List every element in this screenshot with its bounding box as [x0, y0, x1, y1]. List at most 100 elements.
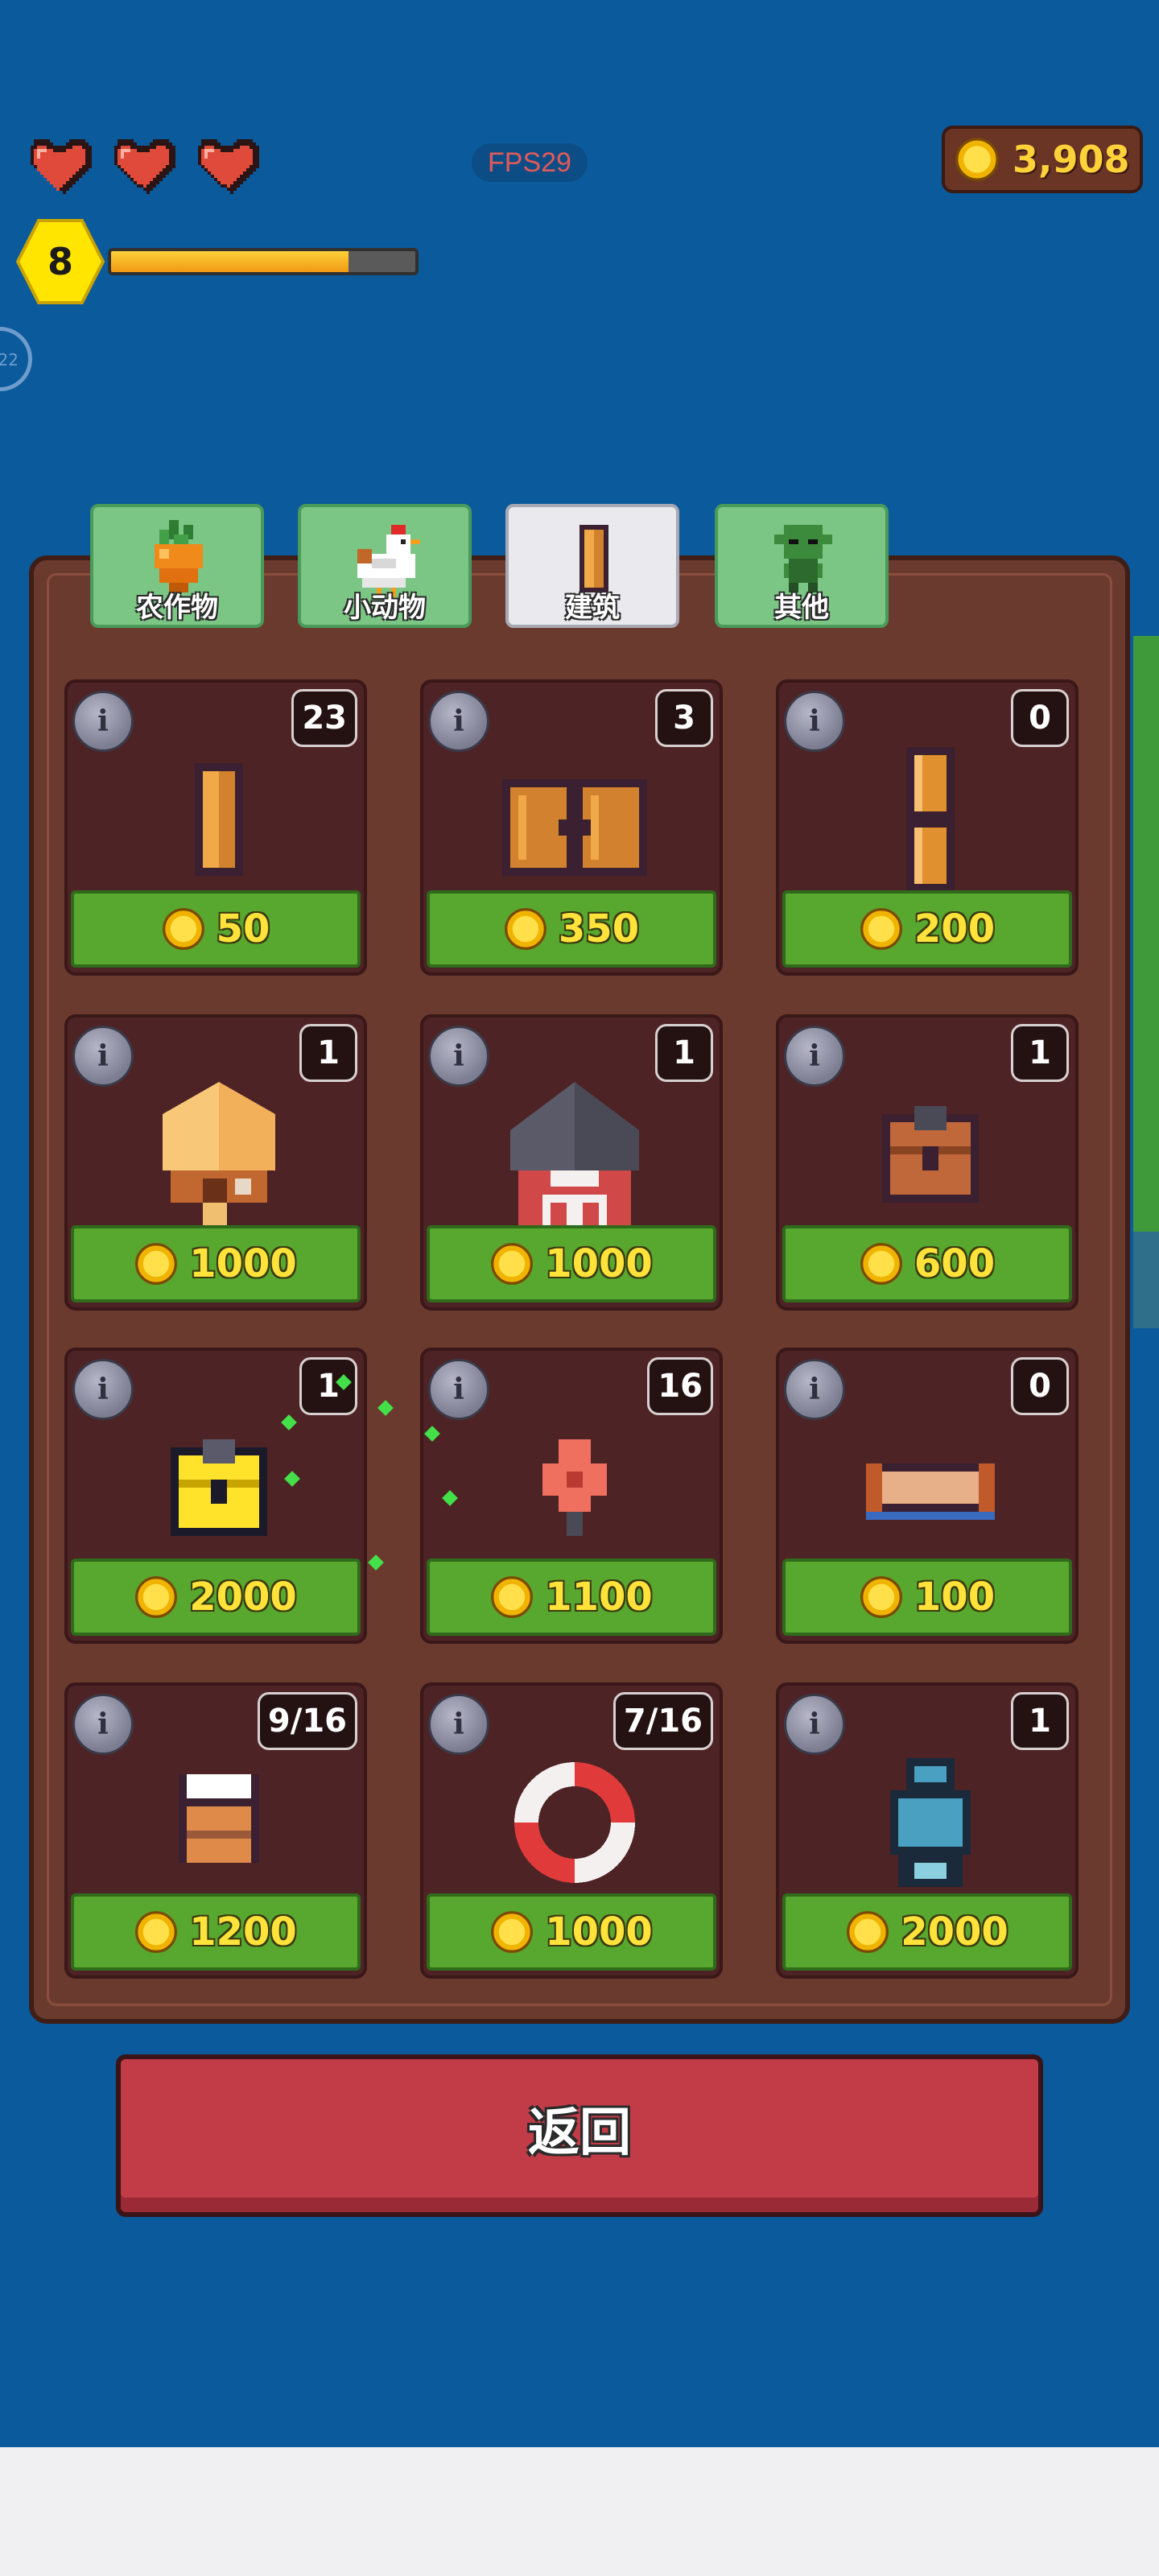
shop-item-card[interactable]: i 23 50	[64, 679, 367, 976]
health-hearts	[24, 135, 262, 201]
owned-count-badge: 1	[655, 1024, 713, 1082]
tab-crops[interactable]: 农作物	[90, 504, 264, 628]
tab-buildings[interactable]: 建筑	[505, 504, 679, 628]
tab-label: 农作物	[136, 592, 218, 624]
tab-label: 其他	[774, 592, 829, 624]
shop-item-card[interactable]: i 0 100	[776, 1348, 1079, 1644]
map-edge	[1133, 636, 1159, 1232]
buy-button[interactable]: 100	[782, 1558, 1072, 1636]
tab-animals[interactable]: 小动物	[298, 504, 472, 628]
coin-icon	[135, 1911, 178, 1953]
brown-chest-icon	[882, 1106, 979, 1203]
price-label: 1100	[545, 1575, 653, 1620]
life-ring-icon	[514, 1762, 635, 1883]
shop-item-card[interactable]: i 1 600	[776, 1014, 1079, 1311]
xp-progress-fill	[111, 251, 349, 272]
price-label: 350	[558, 906, 640, 952]
coin-icon	[847, 1911, 889, 1953]
red-flower-icon	[542, 1439, 607, 1536]
thatched-hut-icon	[163, 1082, 275, 1227]
shop-item-card[interactable]: i 9/16 1200	[64, 1682, 367, 1979]
buy-button[interactable]: 200	[782, 890, 1072, 968]
info-button[interactable]: i	[428, 1026, 489, 1087]
tab-label: 建筑	[565, 592, 620, 624]
owned-count-badge: 1	[1011, 1024, 1069, 1082]
coin-icon	[491, 1576, 534, 1618]
buy-button[interactable]: 1000	[71, 1225, 361, 1302]
tab-others[interactable]: 其他	[715, 504, 889, 628]
price-label: 600	[914, 1241, 996, 1286]
owned-count-badge: 1	[1011, 1692, 1069, 1750]
owned-count-badge: 16	[647, 1357, 713, 1415]
shop-item-card[interactable]: i 0 200	[776, 679, 1079, 976]
heart-icon	[31, 139, 92, 194]
wooden-bench-icon	[866, 1463, 995, 1520]
coin-icon	[860, 1576, 902, 1618]
heart-icon	[198, 139, 259, 194]
price-label: 200	[914, 906, 996, 952]
price-label: 1000	[189, 1241, 297, 1286]
shop-item-card[interactable]: i 7/16 1000	[420, 1682, 723, 1979]
coin-icon	[135, 1243, 178, 1285]
price-label: 1000	[545, 1241, 653, 1286]
system-nav-bar	[0, 2447, 1159, 2576]
wood-post-icon	[195, 763, 243, 876]
info-button[interactable]: i	[72, 1026, 134, 1087]
tab-label: 小动物	[344, 592, 426, 624]
buy-button[interactable]: 1000	[427, 1225, 716, 1302]
shop-item-card[interactable]: i 16 1100	[420, 1348, 723, 1644]
buy-button[interactable]: 600	[782, 1225, 1072, 1302]
info-button[interactable]: i	[428, 691, 489, 752]
coin-icon	[504, 908, 547, 950]
coin-icon	[135, 1576, 178, 1618]
heart-icon	[114, 139, 175, 194]
shop-item-card[interactable]: i 1 2000	[776, 1682, 1079, 1979]
info-button[interactable]: i	[784, 691, 845, 752]
shop-item-card[interactable]: i 3 350	[420, 679, 723, 976]
coin-icon	[162, 908, 204, 950]
info-button[interactable]: i	[784, 1359, 845, 1420]
info-button[interactable]: i	[72, 1359, 134, 1420]
info-button[interactable]: i	[72, 1694, 134, 1755]
coin-icon	[491, 1911, 534, 1953]
info-button[interactable]: i	[784, 1694, 845, 1755]
owned-count-badge: 23	[291, 689, 357, 747]
coin-icon	[860, 908, 902, 950]
price-label: 1200	[189, 1909, 297, 1955]
owned-count-badge: 0	[1011, 1357, 1069, 1415]
buy-button[interactable]: 50	[71, 890, 361, 968]
price-label: 2000	[189, 1575, 297, 1620]
coin-icon	[860, 1243, 902, 1285]
buy-button[interactable]: 1200	[71, 1893, 361, 1971]
wooden-gate-icon	[502, 779, 647, 876]
owned-count-badge: 1	[299, 1024, 357, 1082]
info-button[interactable]: i	[784, 1026, 845, 1087]
back-button[interactable]: 返回	[116, 2054, 1043, 2217]
price-label: 1000	[545, 1909, 653, 1955]
buy-button[interactable]: 2000	[782, 1893, 1072, 1971]
shop-item-card[interactable]: i 1 1000	[420, 1014, 723, 1311]
info-button[interactable]: i	[428, 1694, 489, 1755]
fps-counter: FPS29	[472, 143, 588, 182]
side-badge-label: 22	[0, 350, 19, 369]
price-label: 50	[216, 906, 270, 952]
owned-count-badge: 0	[1011, 689, 1069, 747]
xp-progress-bar	[108, 248, 419, 275]
coin-amount: 3,908	[1013, 138, 1130, 181]
buy-button[interactable]: 350	[427, 890, 716, 968]
price-label: 2000	[901, 1909, 1008, 1955]
owned-count-badge: 1	[299, 1357, 357, 1415]
shop-item-card[interactable]: i 1 2000	[64, 1348, 367, 1644]
coin-icon	[955, 138, 999, 181]
robot-statue-icon	[890, 1758, 971, 1887]
buy-button[interactable]: 1100	[427, 1558, 716, 1636]
wooden-fence-icon	[906, 747, 955, 892]
shop-item-card[interactable]: i 1 1000	[64, 1014, 367, 1311]
chef-stand-icon	[179, 1774, 259, 1863]
info-button[interactable]: i	[428, 1359, 489, 1420]
buy-button[interactable]: 1000	[427, 1893, 716, 1971]
buy-button[interactable]: 2000	[71, 1558, 361, 1636]
owned-count-badge: 3	[655, 689, 713, 747]
info-button[interactable]: i	[72, 691, 134, 752]
coin-balance[interactable]: 3,908	[942, 126, 1143, 193]
